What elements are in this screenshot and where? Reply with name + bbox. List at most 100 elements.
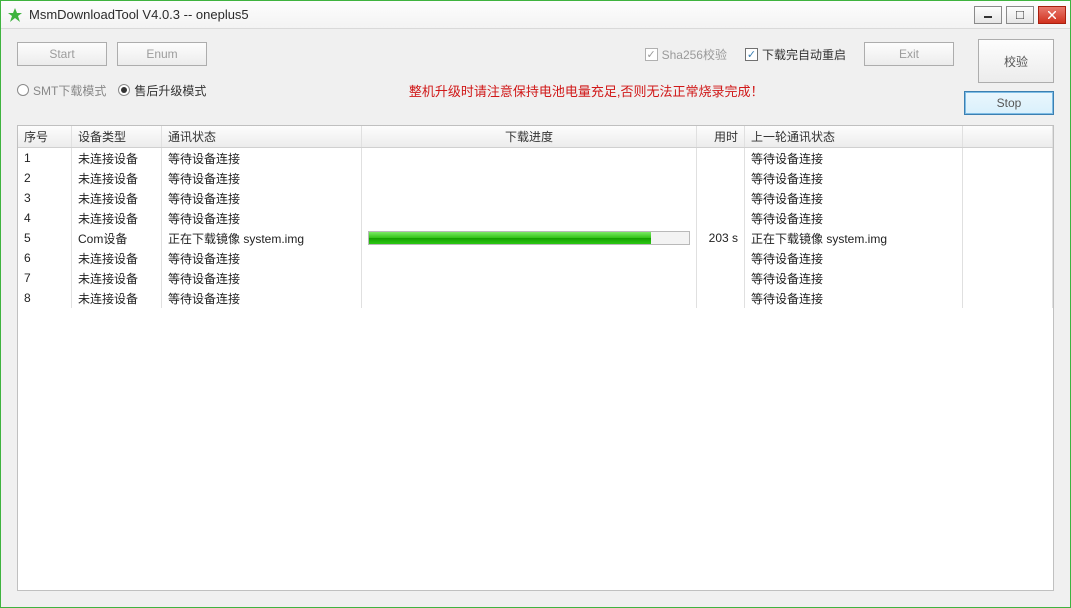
cell-devtype: 未连接设备 <box>72 208 162 228</box>
cell-progress <box>362 288 697 308</box>
check-icon: ✓ <box>745 48 758 61</box>
cell-progress <box>362 148 697 168</box>
cell-elapsed <box>697 148 745 168</box>
cell-elapsed <box>697 208 745 228</box>
progress-bar <box>368 231 690 245</box>
cell-lastcomm: 等待设备连接 <box>745 248 963 268</box>
cell-spare <box>963 208 1053 228</box>
cell-commstate: 等待设备连接 <box>162 208 362 228</box>
cell-spare <box>963 288 1053 308</box>
cell-commstate: 等待设备连接 <box>162 268 362 288</box>
maximize-button[interactable] <box>1006 6 1034 24</box>
cell-lastcomm: 等待设备连接 <box>745 288 963 308</box>
cell-lastcomm: 等待设备连接 <box>745 208 963 228</box>
cell-commstate: 等待设备连接 <box>162 168 362 188</box>
cell-elapsed <box>697 248 745 268</box>
cell-idx: 1 <box>18 148 72 168</box>
minimize-button[interactable] <box>974 6 1002 24</box>
aftersale-mode-radio[interactable]: 售后升级模式 <box>118 82 206 99</box>
cell-progress <box>362 248 697 268</box>
sha256-checkbox[interactable]: ✓ Sha256校验 <box>645 46 727 63</box>
cell-lastcomm: 正在下载镜像 system.img <box>745 228 963 248</box>
table-row[interactable]: 3未连接设备等待设备连接等待设备连接 <box>18 188 1053 208</box>
cell-elapsed <box>697 168 745 188</box>
cell-progress <box>362 228 697 248</box>
table-row[interactable]: 6未连接设备等待设备连接等待设备连接 <box>18 248 1053 268</box>
aftersale-label: 售后升级模式 <box>134 82 206 99</box>
col-commstate[interactable]: 通讯状态 <box>162 126 362 147</box>
cell-elapsed <box>697 288 745 308</box>
autoreboot-checkbox[interactable]: ✓ 下载完自动重启 <box>745 46 846 63</box>
cell-devtype: 未连接设备 <box>72 248 162 268</box>
cell-progress <box>362 268 697 288</box>
table-body: 1未连接设备等待设备连接等待设备连接2未连接设备等待设备连接等待设备连接3未连接… <box>18 148 1053 308</box>
stop-button[interactable]: Stop <box>964 91 1054 115</box>
col-progress[interactable]: 下载进度 <box>362 126 697 147</box>
cell-idx: 3 <box>18 188 72 208</box>
close-button[interactable] <box>1038 6 1066 24</box>
cell-idx: 6 <box>18 248 72 268</box>
cell-devtype: 未连接设备 <box>72 288 162 308</box>
cell-idx: 8 <box>18 288 72 308</box>
smt-label: SMT下载模式 <box>33 82 106 99</box>
smt-mode-radio[interactable]: SMT下载模式 <box>17 82 106 99</box>
cell-devtype: Com设备 <box>72 228 162 248</box>
exit-button[interactable]: Exit <box>864 42 954 66</box>
cell-devtype: 未连接设备 <box>72 168 162 188</box>
table-row[interactable]: 4未连接设备等待设备连接等待设备连接 <box>18 208 1053 228</box>
radio-icon <box>17 84 29 96</box>
cell-progress <box>362 208 697 228</box>
window-title: MsmDownloadTool V4.0.3 -- oneplus5 <box>29 7 249 22</box>
device-table: 序号 设备类型 通讯状态 下载进度 用时 上一轮通讯状态 1未连接设备等待设备连… <box>17 125 1054 591</box>
warning-text: 整机升级时请注意保持电池电量充足,否则无法正常烧录完成！ <box>218 81 954 100</box>
check-icon: ✓ <box>645 48 658 61</box>
sha256-label: Sha256校验 <box>662 46 727 63</box>
app-icon <box>7 7 23 23</box>
table-row[interactable]: 2未连接设备等待设备连接等待设备连接 <box>18 168 1053 188</box>
col-lastcomm[interactable]: 上一轮通讯状态 <box>745 126 963 147</box>
table-row[interactable]: 1未连接设备等待设备连接等待设备连接 <box>18 148 1053 168</box>
cell-lastcomm: 等待设备连接 <box>745 188 963 208</box>
table-row[interactable]: 7未连接设备等待设备连接等待设备连接 <box>18 268 1053 288</box>
cell-devtype: 未连接设备 <box>72 188 162 208</box>
cell-lastcomm: 等待设备连接 <box>745 168 963 188</box>
table-row[interactable]: 5Com设备正在下载镜像 system.img203 s正在下载镜像 syste… <box>18 228 1053 248</box>
table-header: 序号 设备类型 通讯状态 下载进度 用时 上一轮通讯状态 <box>18 126 1053 148</box>
radio-icon <box>118 84 130 96</box>
cell-commstate: 正在下载镜像 system.img <box>162 228 362 248</box>
col-idx[interactable]: 序号 <box>18 126 72 147</box>
col-devtype[interactable]: 设备类型 <box>72 126 162 147</box>
cell-idx: 2 <box>18 168 72 188</box>
enum-button[interactable]: Enum <box>117 42 207 66</box>
cell-idx: 7 <box>18 268 72 288</box>
col-elapsed[interactable]: 用时 <box>697 126 745 147</box>
cell-spare <box>963 268 1053 288</box>
client-area: Start Enum ✓ Sha256校验 ✓ 下载完自动重启 Exi <box>1 29 1070 607</box>
cell-elapsed <box>697 188 745 208</box>
cell-idx: 5 <box>18 228 72 248</box>
cell-spare <box>963 188 1053 208</box>
cell-spare <box>963 248 1053 268</box>
titlebar[interactable]: MsmDownloadTool V4.0.3 -- oneplus5 <box>1 1 1070 29</box>
cell-commstate: 等待设备连接 <box>162 248 362 268</box>
cell-devtype: 未连接设备 <box>72 268 162 288</box>
verify-button[interactable]: 校验 <box>978 39 1054 83</box>
cell-progress <box>362 168 697 188</box>
cell-lastcomm: 等待设备连接 <box>745 268 963 288</box>
cell-spare <box>963 228 1053 248</box>
autoreboot-label: 下载完自动重启 <box>762 46 846 63</box>
app-window: MsmDownloadTool V4.0.3 -- oneplus5 Start… <box>0 0 1071 608</box>
cell-devtype: 未连接设备 <box>72 148 162 168</box>
col-spare[interactable] <box>963 126 1053 147</box>
table-row[interactable]: 8未连接设备等待设备连接等待设备连接 <box>18 288 1053 308</box>
cell-idx: 4 <box>18 208 72 228</box>
cell-elapsed: 203 s <box>697 228 745 248</box>
cell-progress <box>362 188 697 208</box>
cell-spare <box>963 168 1053 188</box>
start-button[interactable]: Start <box>17 42 107 66</box>
cell-spare <box>963 148 1053 168</box>
cell-commstate: 等待设备连接 <box>162 288 362 308</box>
cell-elapsed <box>697 268 745 288</box>
cell-lastcomm: 等待设备连接 <box>745 148 963 168</box>
cell-commstate: 等待设备连接 <box>162 188 362 208</box>
